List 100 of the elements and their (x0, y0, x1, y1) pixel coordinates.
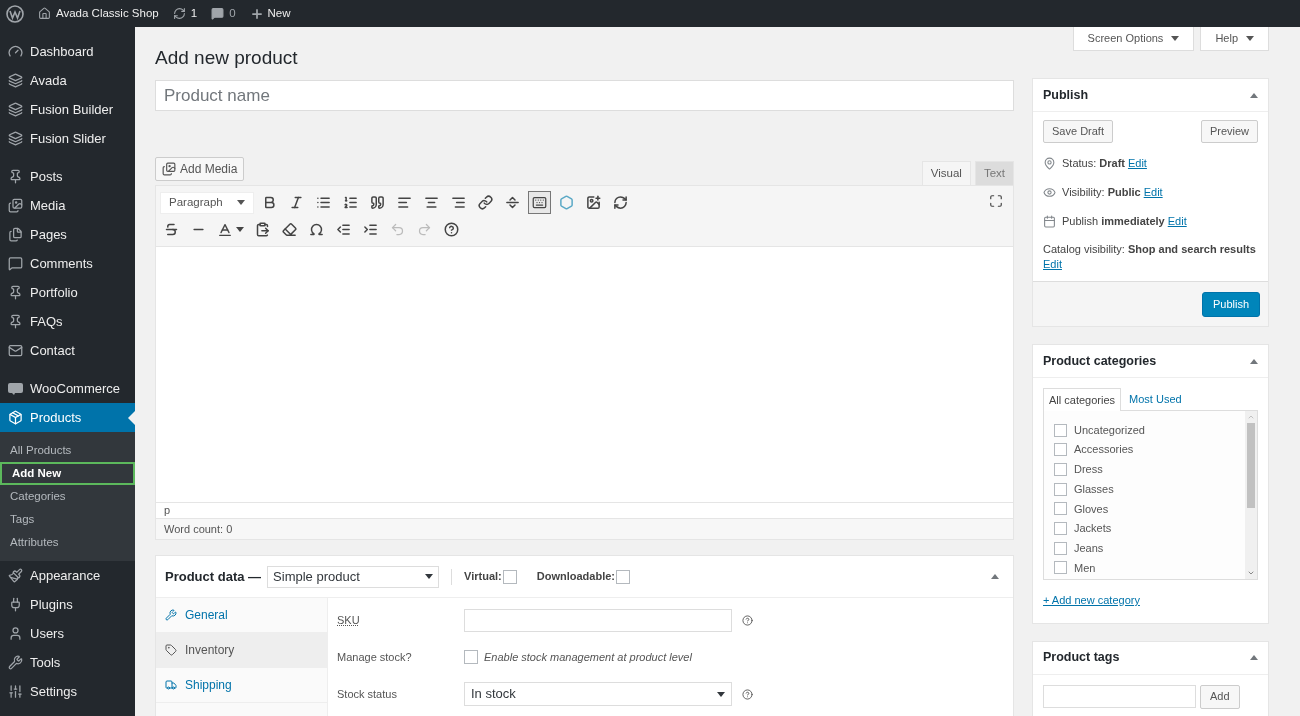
menu-icon (8, 44, 23, 59)
comments-icon[interactable] (211, 7, 225, 20)
field-label: Manage stock? (337, 649, 413, 665)
logo-icon[interactable] (6, 4, 24, 23)
checkbox[interactable] (1054, 423, 1067, 437)
stock-status-select[interactable]: In stock (464, 682, 732, 706)
checkbox[interactable] (1054, 443, 1067, 457)
menu-icon (8, 314, 23, 329)
tab-icon (165, 679, 177, 691)
screen-meta-tab[interactable]: Screen Options (1072, 27, 1195, 51)
box-title: Product categories (1043, 352, 1157, 370)
checkbox[interactable] (502, 569, 517, 584)
menu-icon (8, 655, 23, 670)
checkbox[interactable] (1054, 482, 1067, 496)
help-icon[interactable] (742, 614, 753, 626)
checkbox[interactable] (1054, 521, 1067, 535)
submenu-item[interactable]: All Products (0, 439, 135, 462)
sidebar-item[interactable]: Tools (0, 648, 135, 677)
product-type-select[interactable]: Simple product (267, 565, 440, 588)
edit-link[interactable]: Edit (1143, 183, 1163, 201)
collapse-icon[interactable] (1250, 358, 1258, 364)
sidebar-item[interactable]: Comments (0, 249, 135, 278)
category-label: Men (1074, 560, 1096, 576)
panel-title: Product data — (165, 567, 262, 586)
sidebar-item[interactable]: Fusion Slider (0, 124, 135, 153)
site-link[interactable]: Avada Classic Shop (56, 4, 159, 23)
sidebar-item[interactable]: Portfolio (0, 278, 135, 307)
product-data-tab[interactable]: Shipping (156, 668, 327, 703)
scrollbar[interactable] (1245, 411, 1257, 579)
category-label: Glasses (1074, 481, 1114, 497)
fullscreen-icon[interactable] (989, 194, 1003, 208)
sidebar-item[interactable]: Posts (0, 162, 135, 191)
publish-button[interactable]: Publish (1201, 291, 1260, 317)
menu-icon (8, 256, 23, 271)
edit-link[interactable]: Edit (1167, 212, 1187, 230)
sidebar-item[interactable]: Fusion Builder (0, 95, 135, 124)
sidebar-item[interactable]: Avada (0, 66, 135, 95)
checkbox[interactable] (616, 569, 630, 584)
sidebar-item[interactable]: WooCommerce (0, 374, 135, 403)
help-icon[interactable] (742, 688, 753, 700)
caret-icon (1171, 36, 1180, 41)
sidebar-item[interactable]: Media (0, 191, 135, 220)
collapse-icon[interactable] (991, 574, 999, 579)
checkbox[interactable] (1054, 541, 1067, 555)
box-title: Publish (1043, 86, 1089, 104)
category-tab[interactable]: Most Used (1121, 388, 1190, 411)
field-label: SKU (337, 612, 361, 628)
editor-tab[interactable]: Visual (921, 161, 971, 185)
add-category-link[interactable]: + Add new category (1043, 592, 1258, 609)
sidebar-item[interactable]: Products (0, 403, 135, 432)
sidebar-item[interactable]: Appearance (0, 561, 135, 590)
plus-icon (249, 6, 264, 21)
sidebar-item[interactable]: Settings (0, 677, 135, 706)
add-media-button[interactable]: Add Media (155, 157, 245, 181)
sidebar-item[interactable]: Pages (0, 220, 135, 249)
product-data-tab[interactable]: Inventory (156, 633, 327, 668)
checkbox[interactable] (1054, 561, 1067, 575)
save-draft-button[interactable]: Save Draft (1043, 120, 1113, 143)
toolbar-toggle-icon[interactable] (528, 191, 551, 214)
submenu-item[interactable]: Attributes (0, 531, 135, 554)
checkbox[interactable] (464, 650, 478, 664)
page-title: Add new product (155, 46, 299, 70)
home-icon (38, 7, 51, 20)
category-tab[interactable]: All categories (1043, 388, 1122, 411)
menu-icon (8, 73, 23, 88)
format-select[interactable]: Paragraph (160, 191, 254, 214)
sku-field[interactable] (464, 608, 732, 632)
comments-count: 0 (229, 5, 236, 21)
caret-icon (237, 200, 245, 205)
sidebar-item[interactable]: Users (0, 619, 135, 648)
updates-icon[interactable] (172, 7, 186, 20)
checkbox[interactable] (1054, 502, 1067, 516)
screen-meta-tab[interactable]: Help (1200, 27, 1269, 51)
edit-link[interactable]: Edit (1043, 258, 1062, 270)
add-tag-button[interactable]: Add (1200, 684, 1240, 709)
sidebar-item[interactable]: FAQs (0, 307, 135, 336)
submenu-item[interactable]: Categories (0, 485, 135, 508)
collapse-icon[interactable] (1250, 92, 1258, 98)
product-name-field[interactable]: Product name (155, 80, 1014, 111)
category-label: Jeans (1074, 540, 1104, 556)
collapse-icon[interactable] (1250, 655, 1258, 660)
new-link[interactable]: New (267, 4, 291, 23)
submenu-item[interactable]: Tags (0, 508, 135, 531)
edit-link[interactable]: Edit (1127, 154, 1147, 172)
menu-icon (8, 198, 23, 213)
media-icon (162, 162, 176, 176)
sidebar-item[interactable]: Contact (0, 336, 135, 365)
preview-button[interactable]: Preview (1200, 120, 1258, 143)
caret-icon (236, 227, 244, 232)
menu-icon (8, 131, 23, 146)
tag-input[interactable] (1043, 685, 1196, 708)
updates-count: 1 (190, 5, 198, 21)
category-label: Jackets (1074, 521, 1112, 537)
sidebar-item[interactable]: Dashboard (0, 37, 135, 66)
checkbox[interactable] (1054, 462, 1067, 476)
box-title: Product tags (1043, 649, 1120, 667)
sidebar-item[interactable]: Plugins (0, 590, 135, 619)
menu-icon (8, 597, 23, 612)
submenu-item[interactable]: Add New (0, 462, 135, 485)
scroll-down-icon[interactable] (1247, 569, 1255, 577)
